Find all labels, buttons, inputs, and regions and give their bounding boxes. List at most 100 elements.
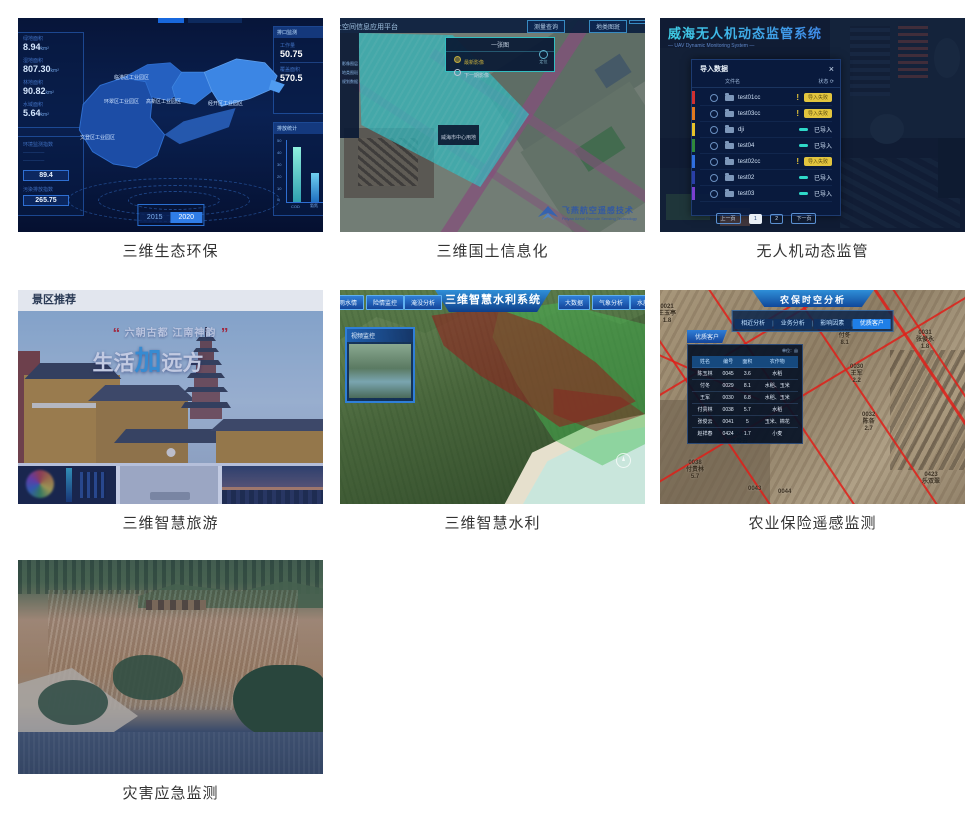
- card-uav-monitoring[interactable]: 威海无人机动态监管系统 — UAV Dynamic Monitoring Sys…: [660, 18, 965, 232]
- unit-note: 单位：亩: [692, 348, 798, 354]
- pagination: 上一页 1 2 下一页: [692, 207, 840, 225]
- parcel-name-label: 威海市中心用地: [438, 125, 479, 145]
- field-label: 0423乐双翠: [922, 472, 940, 486]
- card-smart-tourism[interactable]: 景区推荐: [18, 290, 323, 504]
- eco-region-map[interactable]: [60, 40, 288, 182]
- field-label: 0030王军2.2: [850, 364, 863, 385]
- tab-impact-factors[interactable]: 影响因素: [813, 319, 851, 329]
- eco-right-panel-title: 排口监测: [274, 27, 323, 38]
- tab-rainfall[interactable]: 雨水情: [340, 295, 364, 310]
- eco-top-tab-dark: [188, 18, 242, 23]
- card-eco-dashboard[interactable]: 绿地面积8.94km² 湿地面积807.30km² 林地面积90.82km² 水…: [18, 18, 323, 232]
- folder-icon: [725, 95, 734, 101]
- caption-water: 三维智慧水利: [340, 512, 645, 533]
- file-row[interactable]: test01cc!导入失败: [700, 90, 832, 106]
- watermark-en: Feiyan Aerial Remote Sensing Technology: [562, 216, 637, 221]
- file-row[interactable]: dji已导入: [700, 122, 832, 138]
- caption-eco: 三维生态环保: [18, 240, 323, 261]
- eco-index-value: 265.75: [23, 195, 69, 206]
- locate-action[interactable]: 定位: [539, 50, 548, 65]
- eco-map-label: 文登区工业园区: [80, 134, 115, 141]
- caption-disaster: 灾害应急监测: [18, 782, 323, 803]
- panel-tab-title: 优质客户: [687, 330, 727, 343]
- eco-index-label: 污染排放指数: [23, 186, 79, 193]
- radio-icon[interactable]: [710, 126, 718, 134]
- tour-header-bar: 景区推荐: [18, 290, 323, 311]
- uav-system-title: 威海无人机动态监管系统: [668, 23, 822, 42]
- page-2-button[interactable]: 2: [770, 214, 783, 224]
- compass-icon[interactable]: [616, 453, 631, 468]
- folder-icon: [725, 143, 734, 149]
- video-monitor-panel[interactable]: 视频监控: [345, 327, 415, 403]
- side-item-planning[interactable]: 规划数据: [342, 77, 358, 86]
- radio-icon[interactable]: [710, 142, 718, 150]
- cutoff-button[interactable]: [629, 20, 645, 24]
- tab-risk-monitor[interactable]: 险情监控: [366, 295, 404, 310]
- thumbnail-light[interactable]: [120, 466, 218, 504]
- card-smart-water[interactable]: 三维智慧水利系统 雨水情 险情监控 淹没分析 大数据 气象分析 水质监测 视频监…: [340, 290, 645, 504]
- file-row[interactable]: test03cc!导入失败: [700, 106, 832, 122]
- side-item-parcels[interactable]: 地类图斑: [342, 68, 358, 77]
- radio-icon[interactable]: [710, 190, 718, 198]
- import-failed-badge[interactable]: 导入失败: [804, 109, 832, 118]
- table-row[interactable]: 张俊云00415玉米、棉花: [692, 416, 798, 428]
- modal-title: 导入数据: [700, 64, 728, 74]
- dialog-title: 一张图: [446, 38, 554, 52]
- year-2015-button[interactable]: 2015: [139, 212, 171, 223]
- bar-cod: [293, 147, 301, 202]
- caption-uav: 无人机动态监管: [660, 240, 965, 261]
- column-filename: 文件名: [725, 78, 740, 85]
- radio-icon[interactable]: [710, 158, 718, 166]
- import-data-modal: 导入数据 × 文件名 状态 ⟳ test01cc!导入失败 test03cc!导…: [691, 59, 841, 216]
- radio-icon[interactable]: [710, 174, 718, 182]
- tab-flood-analysis[interactable]: 淹没分析: [404, 295, 442, 310]
- tab-quality-customers[interactable]: 优质客户: [853, 319, 891, 329]
- file-row[interactable]: test03已导入: [700, 186, 832, 202]
- agri-title-banner: 农保时空分析: [752, 290, 874, 307]
- water-system-banner: 三维智慧水利系统: [435, 290, 551, 312]
- banner-slogan: 生活加远方: [18, 339, 278, 378]
- page-1-button[interactable]: 1: [749, 214, 762, 224]
- import-failed-badge[interactable]: 导入失败: [804, 157, 832, 166]
- table-row[interactable]: 陈玉林00453.6水稻: [692, 368, 798, 380]
- folder-icon: [725, 175, 734, 181]
- card-agri-analysis[interactable]: 0021王玉亭1.8 0024 0029付冬8.1 0031张俊永1.8 003…: [660, 290, 965, 504]
- next-page-button[interactable]: 下一页: [791, 213, 816, 224]
- file-row[interactable]: test02已导入: [700, 170, 832, 186]
- close-icon[interactable]: ×: [829, 64, 834, 74]
- prev-page-button[interactable]: 上一页: [716, 213, 741, 224]
- tab-bigdata[interactable]: 大数据: [558, 295, 590, 310]
- year-2020-button[interactable]: 2020: [171, 212, 203, 223]
- folder-icon: [725, 127, 734, 133]
- table-row[interactable]: 王军00306.8水稻、玉米: [692, 392, 798, 404]
- water-system-title: 三维智慧水利系统: [445, 294, 541, 306]
- refresh-icon[interactable]: ⟳: [830, 79, 834, 85]
- right-wall: [216, 429, 323, 463]
- thumbnail-dusk-city[interactable]: [222, 466, 323, 504]
- radio-icon[interactable]: [710, 94, 718, 102]
- landtype-layer-button[interactable]: 地类图斑: [589, 20, 627, 33]
- file-row[interactable]: test04已导入: [700, 138, 832, 154]
- card-disaster-photo[interactable]: [18, 560, 323, 774]
- import-failed-badge[interactable]: 导入失败: [804, 93, 832, 102]
- carousel-dot[interactable]: [166, 448, 175, 457]
- side-item-layers[interactable]: 影像图层: [342, 59, 358, 68]
- measure-query-button[interactable]: 测量查询: [527, 20, 565, 33]
- table-row[interactable]: 赵祥春04241.7小麦: [692, 428, 798, 440]
- tab-weather[interactable]: 气象分析: [592, 295, 630, 310]
- option-next-imagery[interactable]: 下一期影像: [454, 68, 554, 81]
- table-row[interactable]: 付冬00298.1水稻、玉米: [692, 380, 798, 392]
- tab-water-quality[interactable]: 水质监测: [630, 295, 645, 310]
- thumbnail-night-fair[interactable]: [18, 466, 116, 504]
- file-row[interactable]: test02cc!导入失败: [700, 154, 832, 170]
- card-land-platform[interactable]: 国土空间信息应用平台 测量查询 地类图斑 影像图层 地类图斑 规划数据 一张图 …: [340, 18, 645, 232]
- eco-year-switch: 20152020: [137, 204, 204, 226]
- eco-chart-plot: 50 40 30 20 10 0 COD 氨氮: [286, 140, 323, 203]
- panel-body: 单位：亩 姓名编号面积农作物 陈玉林00453.6水稻 付冬00298.1水稻、…: [687, 344, 803, 444]
- folder-icon: [725, 191, 734, 197]
- tour-banner[interactable]: “ 六朝古都 江南神韵 ” 生活加远方: [18, 311, 323, 463]
- radio-icon[interactable]: [710, 110, 718, 118]
- table-row[interactable]: 付贵林00385.7水稻: [692, 404, 798, 416]
- showcase-gallery-page: 绿地面积8.94km² 湿地面积807.30km² 林地面积90.82km² 水…: [0, 0, 980, 815]
- uav-system-header: 威海无人机动态监管系统 — UAV Dynamic Monitoring Sys…: [668, 23, 822, 49]
